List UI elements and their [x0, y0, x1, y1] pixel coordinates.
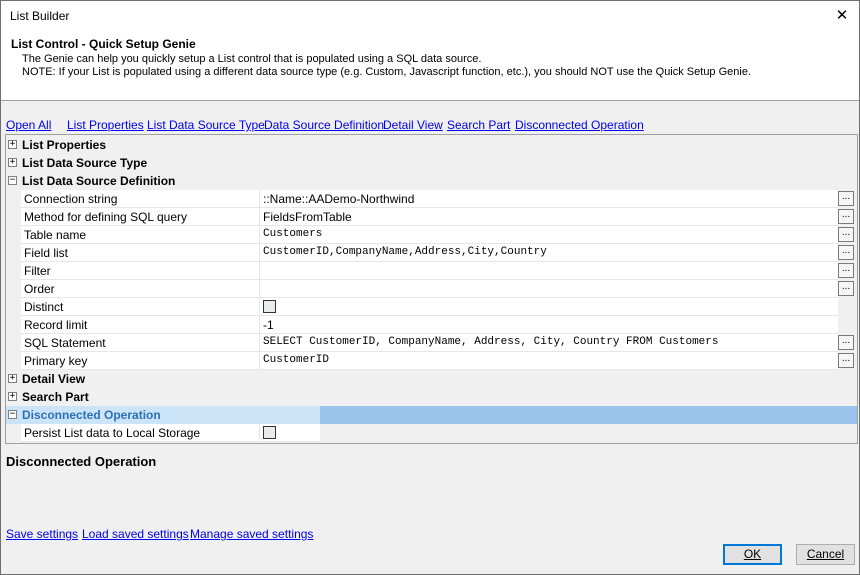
property-row-table-name[interactable]: Table name Customers ...: [6, 226, 857, 244]
category-disconnected-operation[interactable]: − Disconnected Operation: [6, 406, 857, 424]
property-value[interactable]: ::Name::AADemo-Northwind: [263, 192, 414, 206]
ellipsis-button[interactable]: ...: [838, 281, 854, 296]
save-settings-link[interactable]: Save settings: [6, 527, 78, 541]
category-list-properties[interactable]: + List Properties: [6, 136, 857, 154]
property-name: Primary key: [24, 354, 88, 368]
property-value[interactable]: -1: [263, 318, 274, 332]
open-all-link[interactable]: Open All: [6, 118, 51, 132]
disconnected-operation-link[interactable]: Disconnected Operation: [515, 118, 644, 132]
detail-view-link[interactable]: Detail View: [383, 118, 443, 132]
property-name: Connection string: [24, 192, 118, 206]
category-detail-view[interactable]: + Detail View: [6, 370, 857, 388]
list-builder-dialog: List Builder ✕ List Control - Quick Setu…: [0, 0, 860, 575]
property-row-connection-string[interactable]: Connection string ::Name::AADemo-Northwi…: [6, 190, 857, 208]
ellipsis-button[interactable]: ...: [838, 263, 854, 278]
property-value[interactable]: Customers: [263, 228, 322, 240]
search-part-link[interactable]: Search Part: [447, 118, 510, 132]
manage-saved-settings-link[interactable]: Manage saved settings: [190, 527, 313, 541]
property-value[interactable]: FieldsFromTable: [263, 210, 352, 224]
list-properties-link[interactable]: List Properties: [67, 118, 144, 132]
close-icon[interactable]: ✕: [825, 1, 859, 31]
property-name: Table name: [24, 228, 87, 242]
ellipsis-button[interactable]: ...: [838, 335, 854, 350]
ellipsis-button[interactable]: ...: [838, 191, 854, 206]
persist-local-storage-checkbox[interactable]: [263, 426, 276, 439]
category-label: Detail View: [22, 372, 86, 386]
data-source-definition-link[interactable]: Data Source Definition: [264, 118, 384, 132]
property-description-title: Disconnected Operation: [6, 454, 157, 469]
property-name: SQL Statement: [24, 336, 106, 350]
cancel-button[interactable]: Cancel: [796, 544, 855, 565]
genie-description: The Genie can help you quickly setup a L…: [22, 53, 751, 79]
category-search-part[interactable]: + Search Part: [6, 388, 857, 406]
genie-description-line-2: NOTE: If your List is populated using a …: [22, 66, 752, 78]
expand-icon[interactable]: +: [8, 140, 17, 149]
distinct-checkbox[interactable]: [263, 300, 276, 313]
collapse-icon[interactable]: −: [8, 410, 17, 419]
ellipsis-button[interactable]: ...: [838, 209, 854, 224]
genie-header: List Control - Quick Setup Genie The Gen…: [1, 31, 859, 101]
category-list-data-source-type[interactable]: + List Data Source Type: [6, 154, 857, 172]
property-row-field-list[interactable]: Field list CustomerID,CompanyName,Addres…: [6, 244, 857, 262]
expand-icon[interactable]: +: [8, 158, 17, 167]
genie-title: List Control - Quick Setup Genie: [11, 37, 196, 51]
ok-button-label: OK: [743, 547, 762, 561]
category-label: Search Part: [22, 390, 89, 404]
category-label: List Properties: [22, 138, 107, 152]
property-name: Persist List data to Local Storage: [24, 426, 201, 440]
property-value[interactable]: CustomerID,CompanyName,Address,City,Coun…: [263, 246, 547, 258]
property-name: Order: [24, 282, 55, 296]
property-row-record-limit[interactable]: Record limit -1: [6, 316, 857, 334]
category-label: List Data Source Definition: [22, 174, 176, 188]
expand-icon[interactable]: +: [8, 374, 17, 383]
property-value[interactable]: CustomerID: [263, 354, 329, 366]
property-row-sql-statement[interactable]: SQL Statement SELECT CustomerID, Company…: [6, 334, 857, 352]
property-row-distinct[interactable]: Distinct: [6, 298, 857, 316]
category-label: Disconnected Operation: [22, 408, 161, 422]
load-saved-settings-link[interactable]: Load saved settings: [82, 527, 189, 541]
cancel-button-label: Cancel: [806, 547, 845, 561]
expand-icon[interactable]: +: [8, 392, 17, 401]
list-data-source-type-link[interactable]: List Data Source Type: [147, 118, 265, 132]
ellipsis-button[interactable]: ...: [838, 245, 854, 260]
property-row-filter[interactable]: Filter ...: [6, 262, 857, 280]
collapse-icon[interactable]: −: [8, 176, 17, 185]
category-list-data-source-definition[interactable]: − List Data Source Definition: [6, 172, 857, 190]
property-name: Record limit: [24, 318, 88, 332]
ellipsis-button[interactable]: ...: [838, 227, 854, 242]
property-row-persist-local-storage[interactable]: Persist List data to Local Storage: [6, 424, 857, 442]
property-value[interactable]: SELECT CustomerID, CompanyName, Address,…: [263, 336, 718, 348]
window-title: List Builder: [10, 9, 70, 23]
property-row-primary-key[interactable]: Primary key CustomerID ...: [6, 352, 857, 370]
property-grid: + List Properties + List Data Source Typ…: [5, 134, 858, 444]
ellipsis-button[interactable]: ...: [838, 353, 854, 368]
property-name: Filter: [24, 264, 51, 278]
property-row-order[interactable]: Order ...: [6, 280, 857, 298]
property-name: Distinct: [24, 300, 64, 314]
property-row-method-sql[interactable]: Method for defining SQL query FieldsFrom…: [6, 208, 857, 226]
category-label: List Data Source Type: [22, 156, 148, 170]
title-bar: List Builder ✕: [1, 1, 859, 31]
ok-button[interactable]: OK: [723, 544, 782, 565]
property-name: Method for defining SQL query: [24, 210, 187, 224]
genie-description-line-1: The Genie can help you quickly setup a L…: [22, 53, 482, 65]
property-name: Field list: [24, 246, 69, 260]
